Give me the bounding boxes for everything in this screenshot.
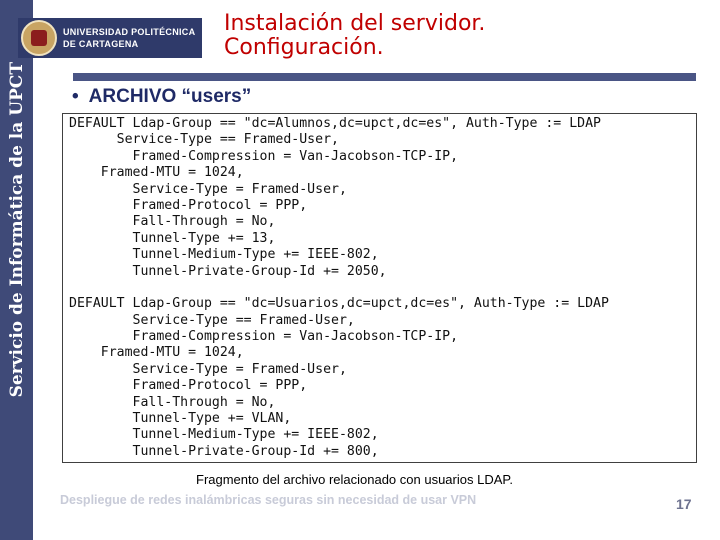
- code-line: Tunnel-Private-Group-Id += 800,: [69, 443, 379, 459]
- page-number: 17: [676, 496, 692, 512]
- code-line: Service-Type == Framed-User,: [69, 132, 339, 148]
- code-line: Service-Type = Framed-User,: [69, 361, 347, 377]
- code-line: DEFAULT Ldap-Group == "dc=Alumnos,dc=upc…: [69, 116, 601, 131]
- code-block: DEFAULT Ldap-Group == "dc=Alumnos,dc=upc…: [69, 116, 609, 460]
- slide-title-line-2: Configuración.: [224, 35, 384, 60]
- code-line: Tunnel-Private-Group-Id += 2050,: [69, 263, 387, 279]
- university-logo: UNIVERSIDAD POLITÉCNICA DE CARTAGENA: [18, 18, 202, 58]
- header-rule: [73, 73, 696, 81]
- sidebar: Servicio de Informática de la UPCT: [0, 0, 33, 540]
- sidebar-title: Servicio de Informática de la UPCT: [7, 62, 27, 398]
- university-seal-icon: [21, 20, 57, 56]
- code-line: Fall-Through = No,: [69, 394, 276, 410]
- code-line: Service-Type == Framed-User,: [69, 312, 355, 328]
- code-line: DEFAULT Ldap-Group == "dc=Usuarios,dc=up…: [69, 296, 609, 312]
- logo-text: UNIVERSIDAD POLITÉCNICA DE CARTAGENA: [63, 26, 195, 50]
- logo-line-1: UNIVERSIDAD POLITÉCNICA: [63, 27, 196, 37]
- code-box: DEFAULT Ldap-Group == "dc=Alumnos,dc=upc…: [62, 113, 697, 463]
- sidebar-title-wrap: Servicio de Informática de la UPCT: [3, 40, 31, 420]
- code-line: Service-Type = Framed-User,: [69, 181, 347, 197]
- code-line: Framed-Compression = Van-Jacobson-TCP-IP…: [69, 329, 459, 345]
- bullet-text: ARCHIVO “users”: [88, 86, 252, 107]
- code-line: Framed-Protocol = PPP,: [69, 197, 308, 213]
- slide-title-line-1: Instalación del servidor.: [224, 11, 486, 36]
- bullet-dot-icon: •: [72, 86, 79, 107]
- slide-title: Instalación del servidor. Configuración.: [224, 12, 485, 60]
- code-line: Tunnel-Medium-Type += IEEE-802,: [69, 247, 379, 263]
- bullet-item: • ARCHIVO “users”: [72, 86, 251, 108]
- code-line: Tunnel-Type += VLAN,: [69, 411, 292, 427]
- logo-line-2: DE CARTAGENA: [63, 39, 139, 49]
- code-line: Framed-MTU = 1024,: [69, 165, 244, 181]
- code-line: Tunnel-Medium-Type += IEEE-802,: [69, 427, 379, 443]
- code-line: Fall-Through = No,: [69, 214, 276, 230]
- figure-caption: Fragmento del archivo relacionado con us…: [196, 472, 513, 487]
- code-line: Tunnel-Type += 13,: [69, 230, 276, 246]
- footer-text: Despliegue de redes inalámbricas seguras…: [60, 493, 477, 507]
- code-line: Framed-Compression = Van-Jacobson-TCP-IP…: [69, 148, 459, 164]
- code-line: Framed-Protocol = PPP,: [69, 378, 308, 394]
- code-line: Framed-MTU = 1024,: [69, 345, 244, 361]
